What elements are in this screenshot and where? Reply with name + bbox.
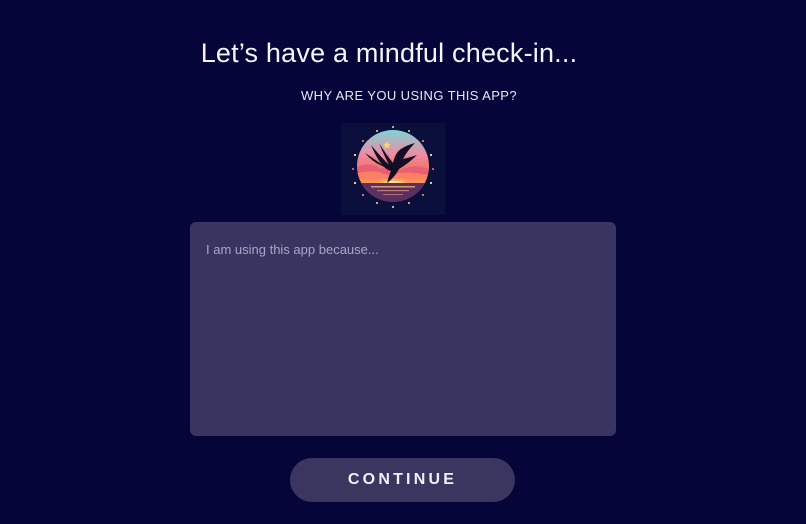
page-title: Let’s have a mindful check-in... <box>200 38 578 68</box>
app-logo <box>341 123 445 215</box>
reason-input[interactable] <box>190 222 616 436</box>
bird-sunset-logo-icon <box>352 126 434 208</box>
continue-button[interactable]: CONTINUE <box>290 458 515 502</box>
page-subtitle: WHY ARE YOU USING THIS APP? <box>301 88 517 103</box>
